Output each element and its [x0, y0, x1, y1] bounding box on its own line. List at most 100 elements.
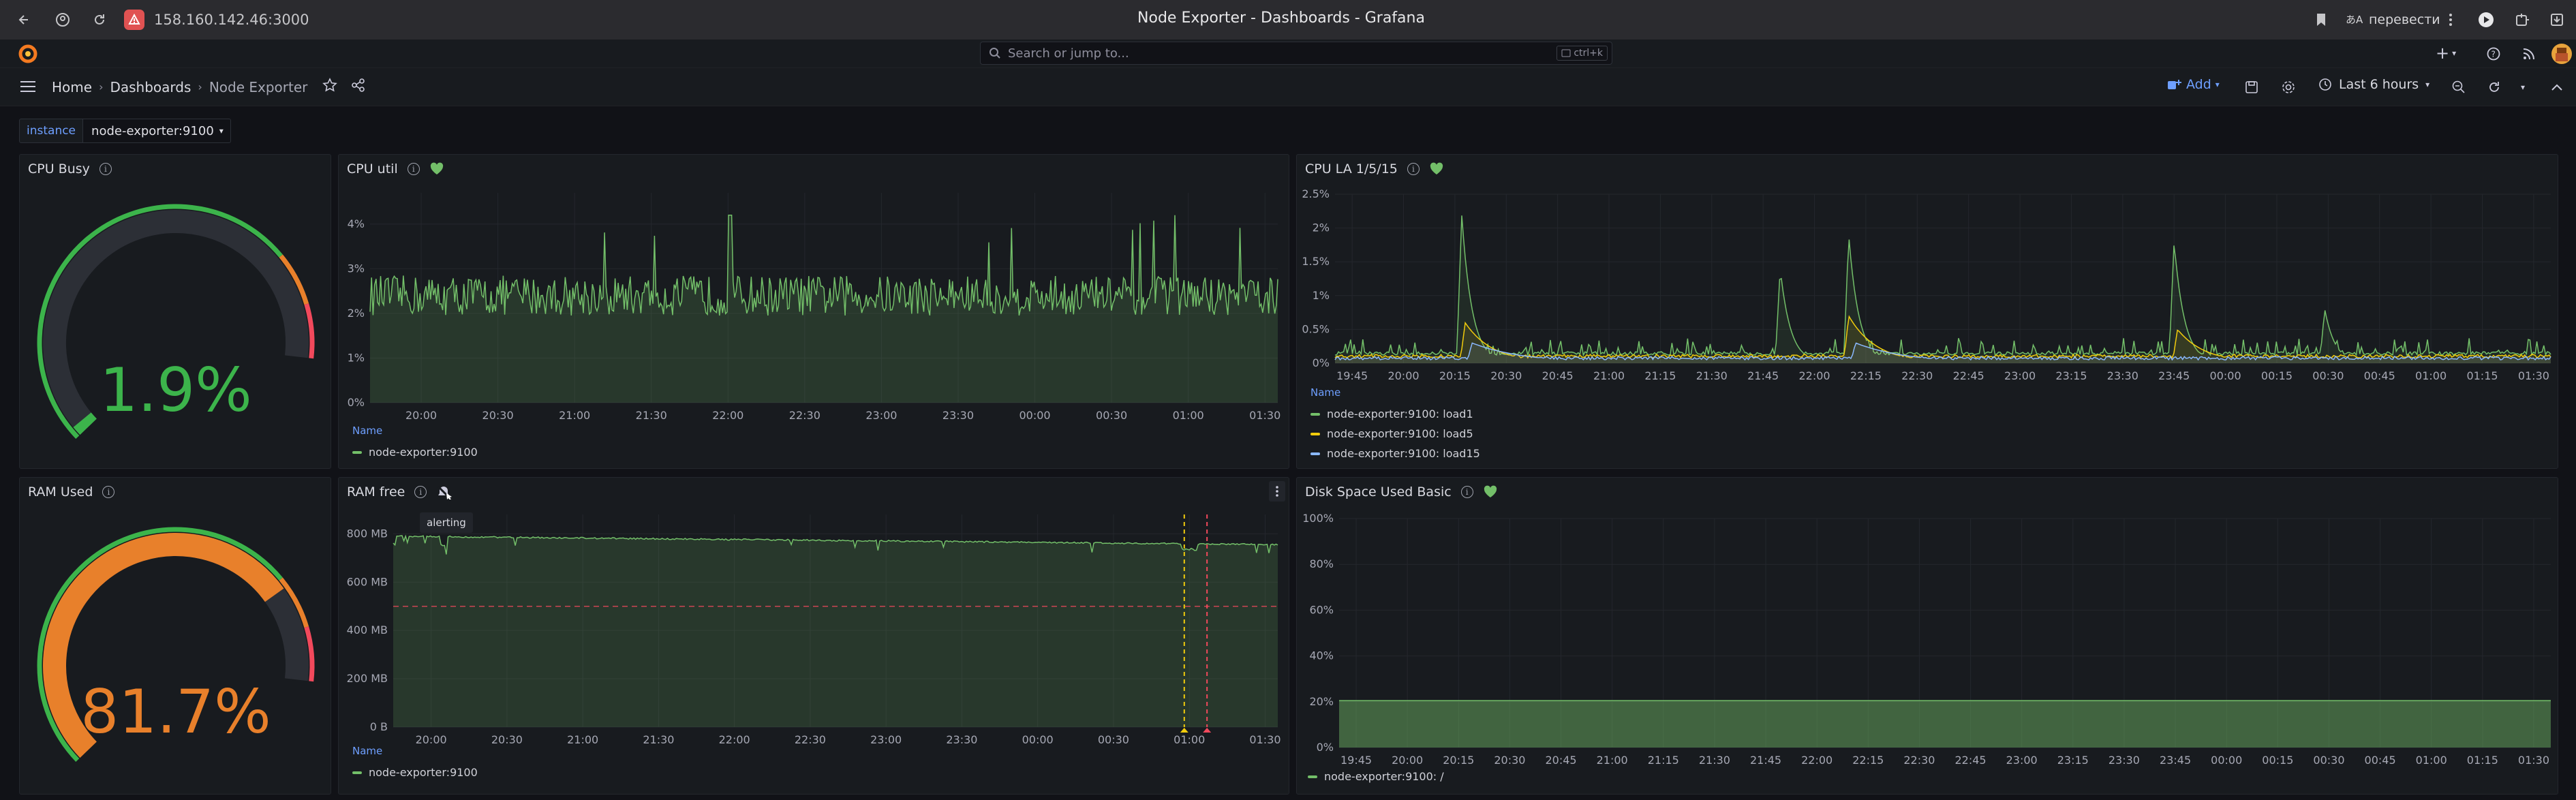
plus-icon: + — [2436, 44, 2450, 63]
address-bar[interactable]: 158.160.142.46:3000 — [124, 7, 309, 33]
y-tick-label: 600 MB — [347, 575, 388, 588]
x-tick-label: 01:00 — [1174, 733, 1205, 746]
gauge-ram-used — [37, 527, 315, 762]
translate-button[interactable]: あA перевести — [2346, 9, 2440, 31]
x-tick-label: 21:15 — [1644, 369, 1676, 382]
y-tick-label: 1.5% — [1302, 255, 1330, 268]
y-tick-label: 400 MB — [347, 624, 388, 636]
translate-label: перевести — [2369, 12, 2440, 27]
panel-cpu-busy[interactable]: CPU Busy i 1.9% — [19, 154, 331, 469]
back-icon[interactable] — [12, 7, 37, 32]
add-panel-icon — [2168, 80, 2181, 89]
extensions-icon[interactable] — [2511, 7, 2535, 32]
search-input[interactable]: Search or jump to... ctrl+k — [980, 42, 1612, 65]
x-tick-label: 00:30 — [2313, 754, 2344, 767]
collapse-up-icon[interactable] — [2549, 79, 2565, 95]
x-tick-label: 21:15 — [1648, 754, 1679, 767]
legend-item[interactable]: node-exporter:9100: / — [1308, 767, 1444, 786]
x-tick-label: 23:15 — [2057, 754, 2089, 767]
translate-icon: あA — [2346, 14, 2363, 26]
download-icon[interactable] — [2545, 7, 2569, 32]
media-play-icon[interactable] — [2474, 7, 2498, 32]
legend-item[interactable]: node-exporter:9100: load5 — [1310, 424, 1480, 444]
breadcrumb-dashboards[interactable]: Dashboards — [110, 79, 191, 95]
refresh-interval-chevron-icon[interactable]: ▾ — [2515, 79, 2531, 95]
chevron-down-icon: ▾ — [2215, 80, 2220, 89]
panel-cpu-la[interactable]: CPU LA 1/5/15 i 0% 0.5% 1% 1.5% 2% 2.5% 19:45 2… — [1296, 154, 2558, 469]
zoom-out-icon[interactable] — [2451, 79, 2467, 95]
x-tick-label: 23:00 — [2004, 369, 2036, 382]
series-line — [1334, 215, 2551, 357]
x-tick-label: 23:00 — [2006, 754, 2038, 767]
breadcrumb-home[interactable]: Home — [52, 79, 92, 95]
legend: Name node-exporter:9100 — [352, 745, 478, 782]
x-tick-label: 00:45 — [2365, 754, 2396, 767]
reload-icon[interactable] — [87, 7, 112, 32]
panel-menu-button[interactable] — [1269, 481, 1285, 502]
legend-swatch — [352, 450, 362, 454]
x-tick-label: 20:30 — [1490, 369, 1522, 382]
y-tick-label: 60% — [1309, 603, 1334, 616]
x-tick-label: 01:30 — [2518, 369, 2549, 382]
x-tick-label: 20:00 — [1392, 754, 1423, 767]
panel-ram-free[interactable]: RAM free i 0 B 200 MB 400 MB 600 MB 800 MB 20… — [338, 477, 1289, 795]
star-icon[interactable] — [322, 78, 338, 96]
grafana-logo-icon[interactable] — [18, 44, 38, 67]
chevron-right-icon: › — [198, 80, 202, 93]
x-tick-label: 23:15 — [2055, 369, 2087, 382]
bookmark-icon[interactable] — [2309, 7, 2333, 32]
series-area — [1335, 215, 2551, 363]
add-button[interactable]: Add ▾ — [2167, 77, 2220, 92]
x-tick-label: 22:30 — [789, 409, 821, 422]
x-tick-label: 01:30 — [1249, 409, 1281, 422]
variable-select[interactable]: node-exporter:9100 ▾ — [83, 119, 231, 143]
warning-icon[interactable] — [124, 10, 144, 30]
refresh-icon[interactable] — [2486, 79, 2502, 95]
search-icon — [990, 48, 1000, 59]
y-tick-label: 2.5% — [1302, 187, 1330, 200]
share-icon[interactable] — [351, 78, 366, 96]
x-tick-label: 00:00 — [1019, 409, 1050, 422]
panel-disk-space[interactable]: Disk Space Used Basic i 0% 20% 40% 60% 80% 10… — [1296, 477, 2558, 795]
legend-item[interactable]: node-exporter:9100 — [352, 442, 478, 462]
y-tick-label: 3% — [348, 262, 365, 275]
x-tick-label: 20:30 — [1494, 754, 1525, 767]
time-range-picker[interactable]: Last 6 hours ▾ — [2318, 77, 2429, 92]
time-range-label: Last 6 hours — [2339, 77, 2419, 92]
rss-icon[interactable] — [2521, 46, 2536, 64]
legend-item[interactable]: node-exporter:9100: load1 — [1310, 404, 1480, 424]
settings-gear-icon[interactable] — [2280, 79, 2297, 95]
legend-item[interactable]: node-exporter:9100: load15 — [1310, 444, 1480, 463]
legend-swatch — [1310, 452, 1320, 455]
new-menu-button[interactable]: + ▾ — [2436, 44, 2456, 63]
y-tick-label: 1% — [348, 351, 365, 364]
x-tick-label: 01:00 — [2415, 369, 2447, 382]
gauge-value: 1.9% — [99, 355, 252, 425]
x-tick-label: 22:45 — [1955, 754, 1987, 767]
clock-icon — [2319, 78, 2331, 91]
legend-swatch — [1310, 432, 1320, 435]
x-tick-label: 22:00 — [712, 409, 743, 422]
save-icon[interactable] — [2243, 79, 2260, 95]
series-area — [393, 536, 1278, 727]
legend-item[interactable]: node-exporter:9100 — [352, 763, 478, 782]
help-icon[interactable]: ? — [2486, 46, 2501, 64]
y-tick-label: 2% — [348, 307, 365, 320]
panel-ram-used[interactable]: RAM Used i 81.7% — [19, 477, 331, 795]
series-area — [1339, 701, 2551, 748]
x-tick-label: 00:30 — [2312, 369, 2344, 382]
profile-icon[interactable] — [50, 7, 75, 32]
avatar[interactable] — [2551, 44, 2572, 64]
series-line — [1334, 315, 2551, 359]
url-text[interactable]: 158.160.142.46:3000 — [154, 12, 309, 28]
x-tick-label: 22:00 — [1801, 754, 1833, 767]
y-tick-label: 80% — [1309, 557, 1334, 570]
more-vertical-icon[interactable] — [2438, 7, 2463, 32]
panel-cpu-util[interactable]: CPU util i 0% 1% 2% 3% 4% 20:00 20:30 21:00 21:3… — [338, 154, 1289, 469]
x-tick-label: 21:30 — [636, 409, 667, 422]
menu-icon[interactable] — [19, 79, 37, 97]
x-tick-label: 21:00 — [1597, 754, 1628, 767]
x-tick-label: 20:00 — [1387, 369, 1419, 382]
y-tick-label: 1% — [1313, 289, 1330, 302]
breadcrumb-current: Node Exporter — [209, 78, 308, 95]
